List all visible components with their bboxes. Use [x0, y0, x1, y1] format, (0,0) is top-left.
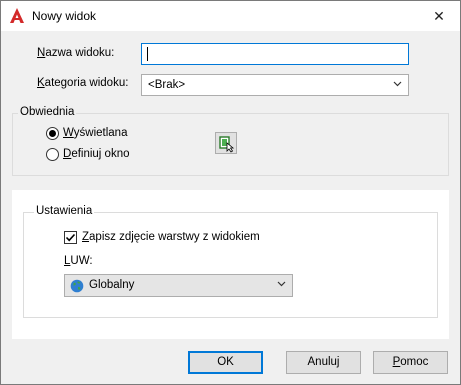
globe-icon — [70, 279, 84, 293]
ucs-dropdown[interactable]: Globalny — [64, 274, 293, 297]
view-category-label: Kategoria widoku: — [37, 77, 129, 89]
close-button[interactable]: ✕ — [428, 5, 450, 27]
view-name-input[interactable] — [141, 43, 409, 65]
settings-group-title: Ustawienia — [34, 205, 95, 217]
help-button[interactable]: Pomoc — [373, 351, 448, 374]
radio-displayed-label[interactable]: Wyświetlana — [63, 127, 127, 139]
radio-displayed[interactable] — [46, 127, 59, 140]
ok-button[interactable]: OK — [188, 351, 263, 374]
radio-define-window[interactable] — [46, 148, 59, 161]
boundary-group-title: Obwiednia — [18, 106, 77, 118]
ucs-value: Globalny — [89, 279, 135, 291]
dialog-title: Nowy widok — [32, 9, 97, 23]
checkmark-icon — [65, 233, 76, 242]
cancel-button[interactable]: Anuluj — [286, 351, 361, 374]
chevron-down-icon — [393, 81, 402, 87]
text-caret — [147, 47, 148, 61]
save-layer-snapshot-label[interactable]: Zapisz zdjęcie warstwy z widokiem — [82, 231, 260, 243]
title-bar: Nowy widok ✕ — [1, 1, 460, 31]
view-category-value: <Brak> — [148, 79, 186, 91]
autocad-logo-icon — [10, 8, 24, 23]
define-window-icon — [219, 136, 235, 153]
save-layer-snapshot-checkbox[interactable] — [64, 231, 77, 244]
view-name-label: Nazwa widoku: — [37, 47, 115, 59]
define-window-button[interactable] — [215, 132, 237, 154]
new-view-dialog: Nowy widok ✕ Nazwa widoku: Kategoria wid… — [0, 0, 461, 385]
chevron-down-icon — [277, 281, 286, 287]
view-category-dropdown[interactable]: <Brak> — [141, 74, 409, 96]
radio-define-window-label[interactable]: Definiuj okno — [63, 148, 130, 160]
ucs-label: LUW: — [64, 255, 93, 267]
